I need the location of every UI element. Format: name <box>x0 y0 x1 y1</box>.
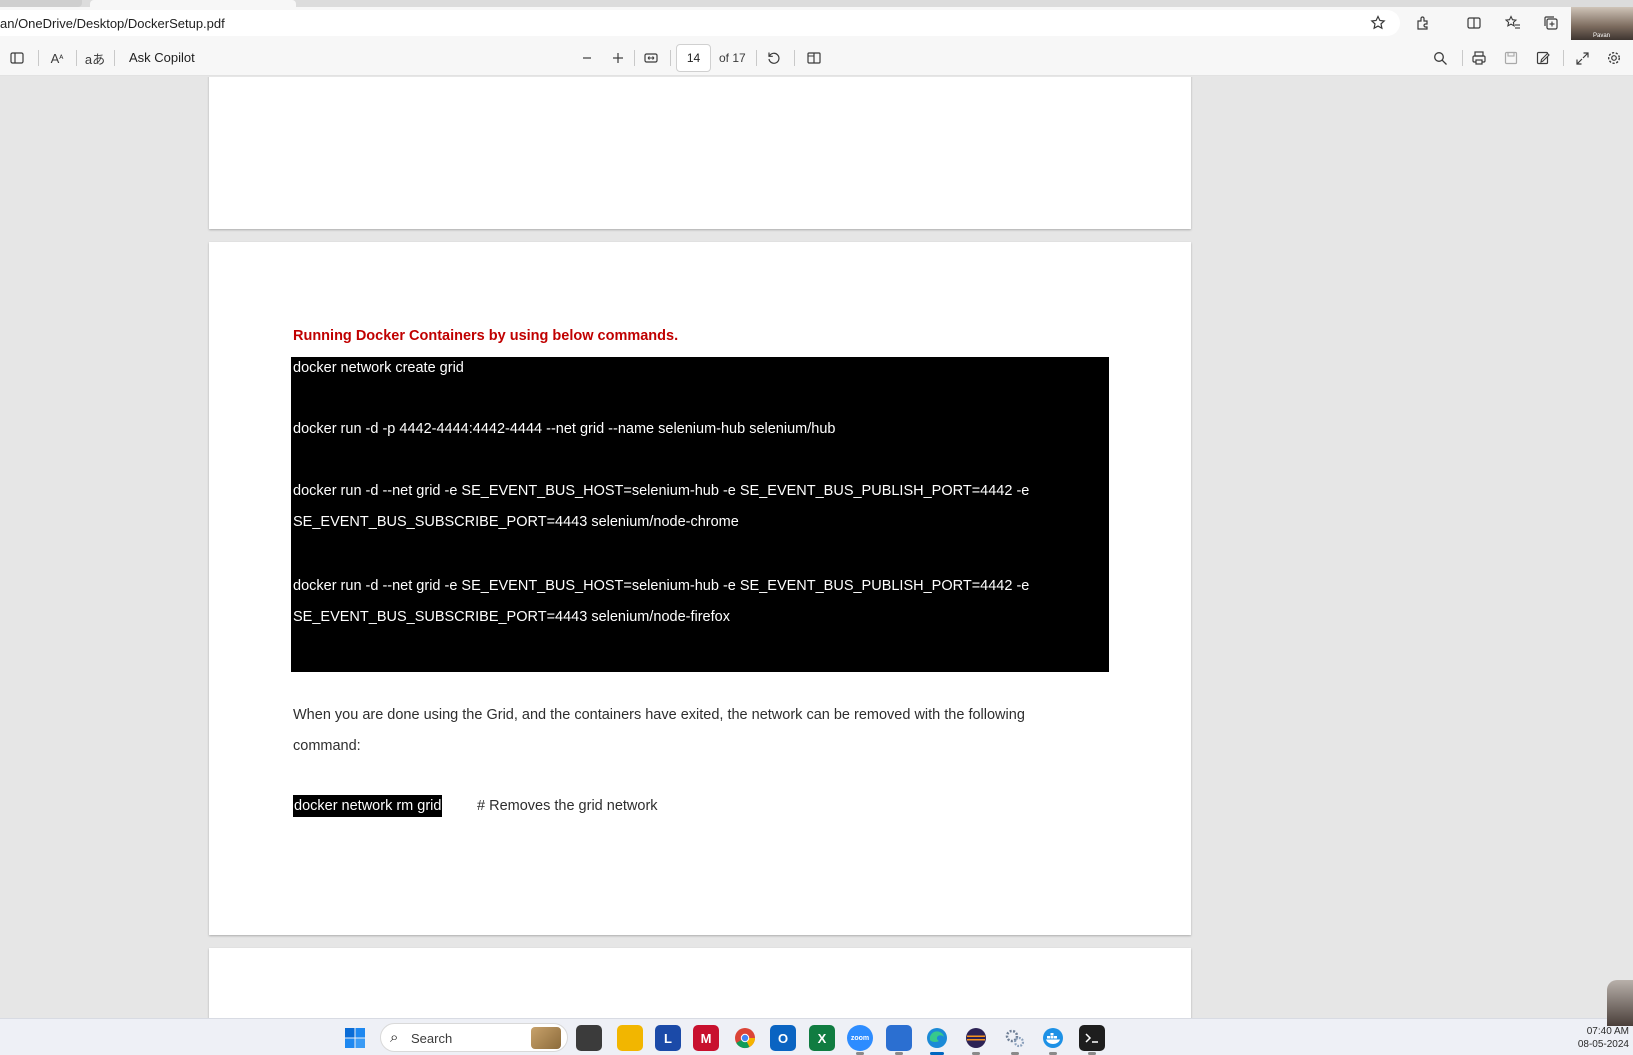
start-icon[interactable] <box>342 1025 368 1051</box>
excel-icon[interactable]: X <box>809 1025 835 1051</box>
pdf-page-15 <box>209 948 1191 1018</box>
save-icon[interactable] <box>1497 44 1525 72</box>
code-line: docker network create grid <box>293 360 464 376</box>
edge-icon[interactable] <box>924 1025 950 1055</box>
file-explorer-icon[interactable] <box>617 1025 643 1051</box>
code-line: SE_EVENT_BUS_SUBSCRIBE_PORT=4443 seleniu… <box>293 514 739 530</box>
pdf-page-14: Running Docker Containers by using below… <box>209 242 1191 935</box>
docker-icon[interactable] <box>1040 1025 1066 1055</box>
code-line: SE_EVENT_BUS_SUBSCRIBE_PORT=4443 seleniu… <box>293 609 730 625</box>
page-view-icon[interactable] <box>800 44 828 72</box>
address-bar-row: an/OneDrive/Desktop/DockerSetup.pdf Pava… <box>0 7 1633 40</box>
remove-network-command: docker network rm grid <box>293 795 443 817</box>
webcam-overlay <box>1607 980 1633 1026</box>
l-app-icon[interactable]: L <box>655 1025 681 1051</box>
contents-icon[interactable] <box>3 44 31 72</box>
split-screen-icon[interactable] <box>1460 9 1488 37</box>
toolbar-divider <box>114 50 115 66</box>
tab-strip <box>0 0 1633 7</box>
rotate-icon[interactable] <box>760 44 788 72</box>
address-bar[interactable]: an/OneDrive/Desktop/DockerSetup.pdf <box>0 10 1400 36</box>
taskbar-search-label: Search <box>411 1031 453 1046</box>
command-comment: # Removes the grid network <box>477 798 658 814</box>
code-block: docker network create grid docker run -d… <box>291 357 1109 672</box>
toolbar-divider <box>794 50 795 66</box>
clock-time: 07:40 AM <box>1586 1026 1629 1037</box>
notepad-icon[interactable] <box>886 1025 912 1055</box>
page-number-input[interactable]: 14 <box>676 44 711 72</box>
print-icon[interactable] <box>1465 44 1493 72</box>
toolbar-divider <box>1462 50 1463 66</box>
paragraph-line: command: <box>293 738 361 754</box>
search-icon[interactable] <box>1426 44 1454 72</box>
code-line: docker run -d -p 4442-4444:4442-4444 --n… <box>293 421 836 437</box>
system-clock[interactable]: 07:40 AM 08-05-2024 <box>1578 1025 1629 1051</box>
settings-gears-icon[interactable] <box>1002 1025 1028 1055</box>
pdf-toolbar: Aᴬ aあ Ask Copilot 14 of 17 <box>0 40 1633 76</box>
code-line: docker run -d --net grid -e SE_EVENT_BUS… <box>293 483 1030 499</box>
chrome-icon[interactable] <box>732 1025 758 1051</box>
toolbar-divider <box>38 50 39 66</box>
taskbar: ⌕ Search L M O X zoom 07:40 AM 08-05-202… <box>0 1018 1633 1055</box>
star-icon[interactable] <box>1364 9 1392 37</box>
profile-name: Pavan <box>1593 33 1611 39</box>
page-total: of 17 <box>719 51 746 65</box>
toolbar-divider <box>1563 50 1564 66</box>
toolbar-divider <box>634 50 635 66</box>
fit-page-icon[interactable] <box>637 44 665 72</box>
avatar[interactable]: Pavan <box>1571 7 1633 40</box>
pdf-page-13 <box>209 77 1191 229</box>
toolbar-divider <box>756 50 757 66</box>
extensions-icon[interactable] <box>1409 9 1437 37</box>
outlook-icon[interactable]: O <box>770 1025 796 1051</box>
browser-tab-inactive[interactable] <box>0 0 82 7</box>
pdf-viewer[interactable]: Running Docker Containers by using below… <box>0 77 1633 1018</box>
paragraph-line: When you are done using the Grid, and th… <box>293 707 1025 723</box>
zoom-in-icon[interactable] <box>604 44 632 72</box>
collections-icon[interactable] <box>1537 9 1565 37</box>
taskbar-search[interactable]: ⌕ Search <box>380 1023 568 1052</box>
clock-date: 08-05-2024 <box>1577 1039 1629 1050</box>
task-view-icon[interactable] <box>576 1025 602 1051</box>
fullscreen-icon[interactable] <box>1568 44 1596 72</box>
search-highlight-image <box>531 1027 561 1049</box>
zoom-out-icon[interactable] <box>573 44 601 72</box>
toolbar-divider <box>76 50 77 66</box>
eclipse-icon[interactable] <box>963 1025 989 1055</box>
section-heading: Running Docker Containers by using below… <box>293 328 679 344</box>
save-as-icon[interactable] <box>1529 44 1557 72</box>
terminal-icon[interactable] <box>1079 1025 1105 1055</box>
address-text[interactable]: an/OneDrive/Desktop/DockerSetup.pdf <box>0 16 225 31</box>
toolbar-divider <box>670 50 671 66</box>
browser-tab-active[interactable] <box>90 0 296 7</box>
favorites-icon[interactable] <box>1499 9 1527 37</box>
mcafee-icon[interactable]: M <box>693 1025 719 1051</box>
translate-icon[interactable]: aあ <box>81 44 109 72</box>
read-aloud-icon[interactable]: Aᴬ <box>43 44 71 72</box>
zoom-icon[interactable]: zoom <box>847 1025 873 1055</box>
ask-copilot-button[interactable]: Ask Copilot <box>129 50 195 65</box>
code-line: docker run -d --net grid -e SE_EVENT_BUS… <box>293 578 1030 594</box>
search-icon: ⌕ <box>390 1029 399 1046</box>
settings-icon[interactable] <box>1600 44 1628 72</box>
